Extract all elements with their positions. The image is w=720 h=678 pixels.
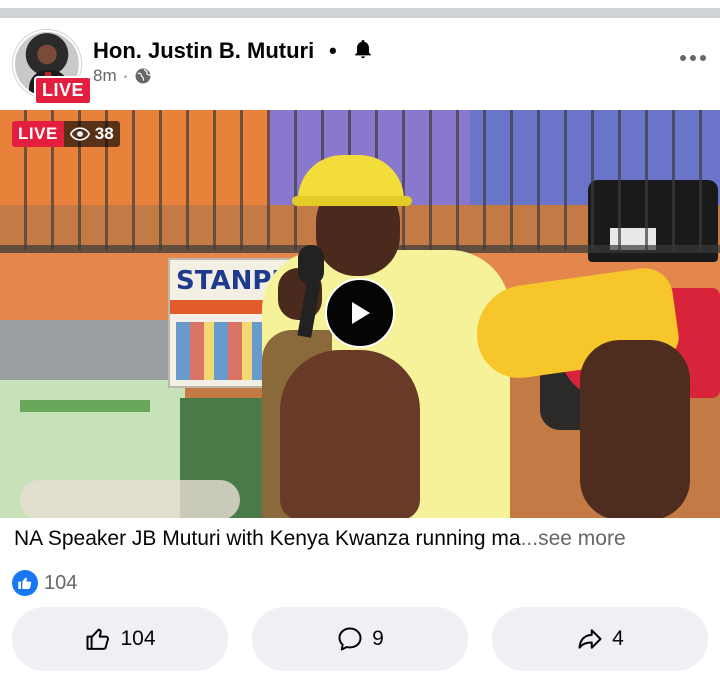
play-icon[interactable]	[325, 278, 395, 348]
see-more-link[interactable]: ...see more	[521, 527, 626, 550]
like-button[interactable]: 104	[12, 607, 228, 671]
globe-icon	[135, 68, 152, 84]
like-reaction-icon	[12, 570, 38, 596]
viewer-count: 38	[94, 124, 114, 143]
live-indicator: LIVE 38	[12, 121, 120, 147]
post-header: LIVE Hon. Justin B. Muturi • 8m ·	[0, 18, 720, 110]
bell-icon[interactable]	[352, 37, 374, 61]
comment-icon	[338, 627, 362, 651]
action-bar: 104 9 4	[12, 607, 708, 671]
share-button[interactable]: 4	[492, 607, 708, 671]
caption-text: NA Speaker JB Muturi with Kenya Kwanza r…	[14, 527, 521, 550]
comment-button[interactable]: 9	[252, 607, 468, 671]
share-count: 4	[612, 627, 624, 650]
live-tag: LIVE	[12, 121, 64, 147]
thumbs-up-icon	[86, 628, 110, 650]
share-icon	[578, 629, 602, 649]
like-count: 104	[120, 627, 156, 650]
more-horizontal-icon[interactable]	[679, 46, 707, 70]
viewer-count-badge: 38	[63, 121, 120, 147]
meta-separator: ·	[122, 66, 129, 85]
post-time[interactable]: 8m	[93, 66, 117, 86]
post-meta: 8m ·	[93, 66, 152, 86]
top-divider	[0, 0, 720, 18]
reaction-count: 104	[44, 571, 78, 594]
post-caption: NA Speaker JB Muturi with Kenya Kwanza r…	[14, 527, 626, 551]
eye-icon	[69, 127, 90, 141]
name-separator: •	[329, 38, 337, 63]
comment-count: 9	[372, 627, 384, 650]
avatar-live-badge: LIVE	[34, 76, 93, 105]
reaction-summary[interactable]: 104	[12, 570, 77, 596]
microphone	[298, 245, 324, 285]
author-name[interactable]: Hon. Justin B. Muturi	[93, 38, 314, 64]
